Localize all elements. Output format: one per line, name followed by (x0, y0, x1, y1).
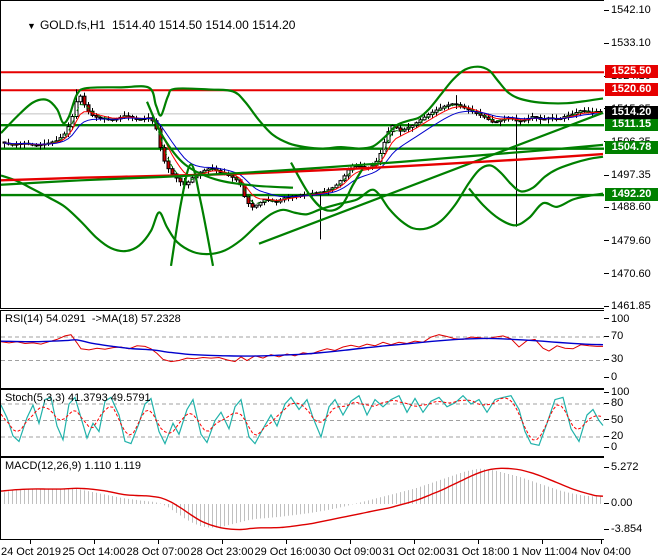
price-tick-mark (604, 273, 609, 275)
indicator-tick-label: -3.854 (611, 523, 643, 536)
level-price-label: 1492.20 (605, 187, 658, 201)
time-tick-mark (601, 540, 602, 544)
main-chart-panel[interactable]: ▼ GOLD.fs,H1 1514.40 1514.50 1514.00 1514… (0, 0, 605, 309)
indicator-tick-mark (604, 318, 609, 319)
macd-label: MACD(12,26,9) 1.110 1.119 (5, 460, 141, 472)
stochastic-label: Stoch(5,3,3) 41.3793 49.5791 (5, 392, 151, 404)
time-tick-mark (350, 540, 351, 544)
price-tick-label: 1488.60 (611, 201, 651, 214)
time-axis[interactable]: 24 Oct 2019 25 Oct 14:00 28 Oct 07:00 28 Oc… (0, 540, 660, 560)
time-tick-label: 4 Nov 04:00 (571, 546, 631, 558)
price-tick-mark (604, 9, 609, 11)
indicator-tick-label: 0.00 (611, 497, 633, 509)
time-tick-label: 31 Oct 02:00 (382, 546, 446, 558)
time-tick-label: 31 Oct 18:00 (446, 546, 510, 558)
indicator-tick-mark (604, 528, 609, 530)
indicator-tick-mark (604, 391, 609, 393)
time-tick-mark (286, 540, 287, 544)
panel-splitter[interactable] (0, 387, 660, 390)
price-tick-mark (604, 206, 609, 208)
time-tick-mark (30, 540, 31, 544)
rsi-panel[interactable]: RSI(14) 54.0291 ->MA(18) 57.2328 (0, 310, 605, 389)
time-tick-mark (158, 540, 159, 544)
indicator-tick-mark (604, 502, 609, 504)
macd-panel[interactable]: MACD(12,26,9) 1.110 1.119 (0, 457, 605, 540)
time-tick-label: 28 Oct 07:00 (126, 546, 190, 558)
indicator-tick-label: 100 (611, 312, 630, 325)
time-tick-mark (478, 540, 479, 544)
level-price-label: 1504.78 (605, 141, 658, 155)
indicator-tick-mark (604, 335, 609, 337)
time-tick-mark (94, 540, 95, 544)
current-price-label: 1514.20 (605, 106, 658, 120)
level-price-label: 1525.50 (605, 64, 658, 78)
price-tick-mark (604, 305, 609, 307)
time-tick-label: 29 Oct 16:00 (254, 546, 318, 558)
panel-splitter[interactable] (0, 455, 660, 458)
indicator-tick-mark (604, 358, 609, 360)
indicator-tick-mark (604, 402, 609, 404)
indicator-tick-mark (604, 466, 609, 468)
time-tick-label: 24 Oct 2019 (1, 546, 61, 558)
price-tick-label: 1470.60 (611, 267, 651, 280)
time-tick-mark (414, 540, 415, 544)
rsi-label: RSI(14) 54.0291 ->MA(18) 57.2328 (5, 313, 181, 325)
price-tick-label: 1542.10 (611, 4, 651, 16)
time-tick-label: 28 Oct 23:00 (190, 546, 254, 558)
indicator-tick-label: 80 (611, 397, 624, 409)
indicator-tick-label: 30 (611, 353, 624, 366)
ohlc-values: 1514.40 1514.50 1514.00 1514.20 (111, 18, 296, 32)
time-tick-label: 25 Oct 14:00 (62, 546, 126, 558)
panel-splitter[interactable] (0, 308, 660, 311)
price-axis[interactable]: 1542.101533.101524.101515.351506.351497.… (604, 0, 660, 540)
time-tick-label: 30 Oct 09:00 (318, 546, 382, 558)
indicator-tick-label: 50 (611, 413, 624, 426)
indicator-tick-mark (604, 435, 609, 437)
chart-window: ▼ GOLD.fs,H1 1514.40 1514.50 1514.00 1514… (0, 0, 660, 560)
price-tick-mark (604, 174, 609, 176)
time-tick-label: 1 Nov 11:00 (512, 546, 572, 558)
indicator-tick-label: 5.272 (611, 461, 639, 474)
level-price-label: 1511.15 (605, 117, 658, 131)
stochastic-panel[interactable]: Stoch(5,3,3) 41.3793 49.5791 (0, 389, 605, 457)
main-chart-canvas[interactable] (1, 1, 604, 308)
time-tick-mark (222, 540, 223, 544)
price-tick-label: 1479.60 (611, 234, 651, 247)
symbol-label: GOLD.fs,H1 (39, 18, 106, 32)
level-price-label: 1520.60 (605, 82, 658, 96)
indicator-tick-mark (604, 376, 609, 378)
price-tick-label: 1497.35 (611, 169, 651, 182)
indicator-tick-label: 70 (611, 330, 624, 343)
indicator-tick-label: 0 (611, 441, 618, 453)
indicator-tick-mark (604, 446, 609, 448)
indicator-tick-mark (604, 419, 609, 420)
symbol-dropdown-icon[interactable]: ▼ (27, 21, 36, 31)
indicator-tick-label: 0 (611, 371, 618, 383)
price-tick-label: 1533.10 (611, 37, 651, 50)
price-tick-mark (604, 42, 609, 44)
time-tick-mark (542, 540, 543, 544)
price-tick-mark (604, 240, 609, 242)
chart-header: ▼ GOLD.fs,H1 1514.40 1514.50 1514.00 1514… (7, 4, 295, 46)
